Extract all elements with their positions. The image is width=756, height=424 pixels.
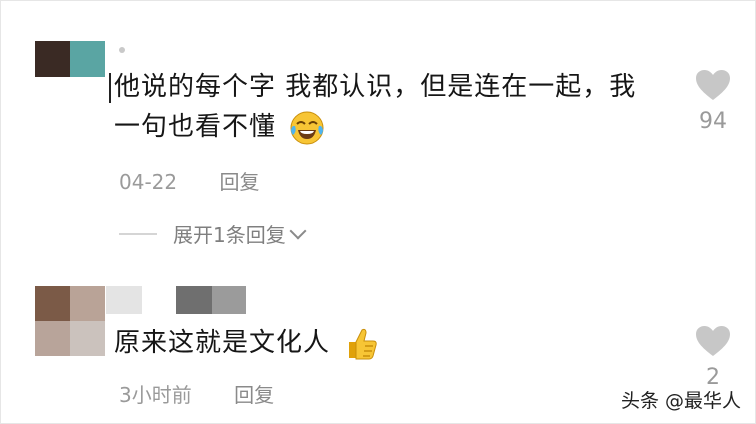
reply-button[interactable]: 回复 — [234, 383, 274, 407]
comment-panel: 他说的每个字 我都认识，但是连在一起，我 一句也看不懂 04-22 回复 展开1… — [0, 0, 756, 424]
comment-text: 他说的每个字 我都认识，但是连在一起，我 一句也看不懂 — [114, 67, 674, 147]
comment-text: 原来这就是文化人 — [114, 323, 614, 363]
comment-line: 原来这就是文化人 — [114, 328, 331, 358]
avatar[interactable] — [35, 286, 105, 356]
chevron-down-icon — [289, 222, 307, 239]
divider-line — [119, 232, 157, 235]
expand-replies-label: 展开1条回复 — [173, 223, 286, 247]
comment-date: 3小时前 — [119, 383, 192, 407]
comment-meta: 04-22 回复 — [119, 166, 259, 195]
watermark: 头条 @最华人 — [620, 390, 741, 412]
like-count: 94 — [699, 109, 727, 134]
comment-line: 他说的每个字 我都认识，但是连在一起，我 — [114, 72, 637, 102]
heart-icon — [696, 70, 730, 100]
avatar[interactable] — [35, 41, 105, 77]
reply-button[interactable]: 回复 — [219, 170, 259, 194]
thumbs-up-emoji — [349, 328, 377, 359]
like-button[interactable]: 2 — [689, 325, 737, 390]
heart-icon — [696, 326, 730, 356]
text-cursor — [109, 73, 111, 103]
username-redacted — [119, 45, 125, 53]
username-redacted — [106, 286, 246, 314]
comment-line: 一句也看不懂 — [114, 112, 277, 142]
like-button[interactable]: 94 — [689, 69, 737, 134]
comment-date: 04-22 — [119, 170, 178, 194]
comment-meta: 3小时前 回复 — [119, 379, 274, 408]
expand-replies-button[interactable]: 展开1条回复 — [119, 219, 307, 248]
tears-of-joy-emoji — [290, 111, 324, 144]
